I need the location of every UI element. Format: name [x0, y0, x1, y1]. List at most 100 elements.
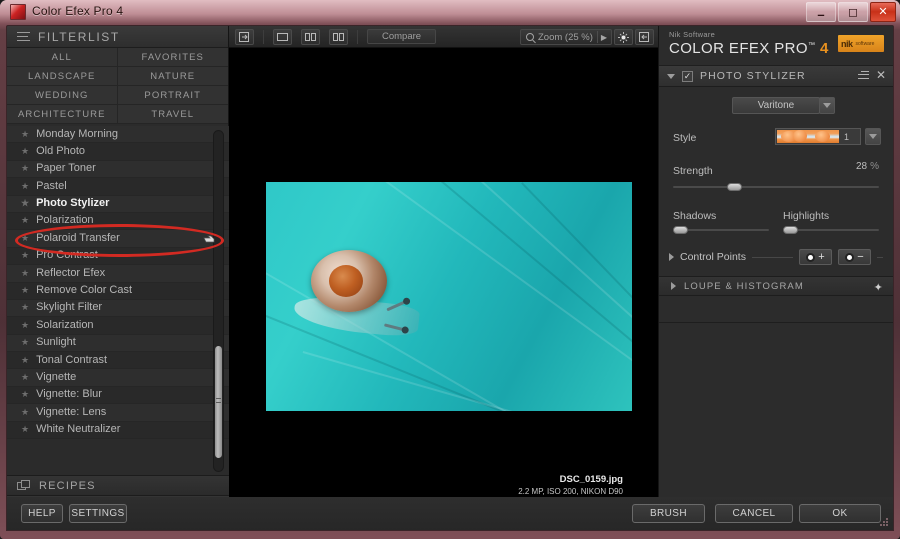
chevron-down-icon[interactable]: [667, 73, 675, 79]
search-icon: [526, 33, 534, 41]
menu-icon[interactable]: [857, 70, 869, 80]
loupe-histogram-section[interactable]: LOUPE & HISTOGRAM ✦: [659, 276, 893, 296]
filter-list-item[interactable]: ★ Polarization: [7, 212, 229, 231]
filter-list-item[interactable]: ★ Polaroid Transfer: [7, 230, 229, 248]
minimize-icon: –: [817, 7, 825, 22]
filter-list-item[interactable]: ★ Skylight Filter: [7, 299, 229, 318]
shadows-slider-knob[interactable]: [673, 225, 688, 234]
star-icon[interactable]: ★: [21, 352, 29, 369]
shadows-slider[interactable]: [673, 225, 769, 234]
filter-list-scrollbar[interactable]: [213, 130, 224, 472]
star-icon[interactable]: ★: [21, 195, 29, 212]
close-button[interactable]: ✕: [870, 2, 896, 22]
category-wedding[interactable]: WEDDING: [7, 86, 118, 105]
resize-grip-icon[interactable]: [880, 518, 890, 528]
filter-list-item[interactable]: ★ Pastel: [7, 178, 229, 196]
star-icon[interactable]: ★: [21, 265, 29, 282]
scrollbar-grip: [216, 398, 221, 403]
single-view-icon[interactable]: [273, 28, 292, 45]
image-canvas[interactable]: DSC_0159.jpg 2.2 MP, ISO 200, NIKON D90: [229, 48, 658, 512]
minus-icon: −: [857, 251, 864, 263]
filter-list-item[interactable]: ★ Tonal Contrast: [7, 352, 229, 370]
highlights-slider-knob[interactable]: [783, 225, 798, 234]
chevron-down-icon[interactable]: [819, 97, 835, 114]
ok-button[interactable]: OK: [799, 504, 881, 523]
star-icon[interactable]: ★: [21, 126, 29, 143]
filter-list-item[interactable]: ★ Old Photo: [7, 143, 229, 161]
side-by-side-view-icon[interactable]: [329, 28, 348, 45]
panel-collapse-icon[interactable]: [635, 29, 654, 45]
preview-image[interactable]: [266, 182, 632, 411]
active-filter-header[interactable]: ✓ PHOTO STYLIZER ✕: [659, 66, 893, 87]
maximize-button[interactable]: ◻: [838, 2, 868, 22]
brush-button[interactable]: BRUSH: [632, 504, 705, 523]
preset-value: Varitone: [757, 100, 795, 111]
shadows-control: Shadows: [673, 210, 769, 234]
style-chevron-down-icon[interactable]: [865, 128, 881, 145]
star-icon[interactable]: ★: [21, 317, 29, 334]
star-icon[interactable]: ★: [21, 404, 29, 421]
strength-slider-knob[interactable]: [726, 182, 742, 191]
style-thumbnail-picker[interactable]: 1: [775, 128, 861, 145]
filter-list-item[interactable]: ★ Photo Stylizer: [7, 195, 229, 213]
compare-button[interactable]: Compare: [367, 29, 437, 44]
category-favorites[interactable]: FAVORITES: [117, 48, 228, 67]
minimize-button[interactable]: –: [806, 2, 836, 22]
shadows-label: Shadows: [673, 210, 717, 222]
star-icon[interactable]: ★: [21, 143, 29, 160]
title-bar: Color Efex Pro 4 – ◻ ✕: [0, 0, 900, 25]
navigator-toggle-icon[interactable]: [235, 28, 254, 45]
filterlist-header[interactable]: FILTERLIST: [7, 26, 228, 48]
highlights-slider[interactable]: [783, 225, 879, 234]
star-icon[interactable]: ★: [21, 282, 29, 299]
loupe-toggle-icon[interactable]: [614, 29, 633, 45]
settings-button[interactable]: SETTINGS: [69, 504, 127, 523]
star-icon[interactable]: ★: [21, 212, 29, 229]
star-icon[interactable]: ★: [21, 299, 29, 316]
add-control-point-button[interactable]: +: [799, 249, 832, 265]
filter-list-item-label: Paper Toner: [36, 162, 96, 175]
filter-list-item[interactable]: ★ Vignette: Blur: [7, 386, 229, 405]
strength-slider[interactable]: [673, 182, 879, 191]
star-icon[interactable]: ★: [21, 230, 29, 247]
star-icon[interactable]: ★: [21, 386, 29, 403]
chevron-right-icon[interactable]: [671, 282, 676, 290]
split-view-icon[interactable]: [301, 28, 320, 45]
cancel-button[interactable]: CANCEL: [715, 504, 793, 523]
category-portrait[interactable]: PORTRAIT: [117, 86, 228, 105]
filter-list-item[interactable]: ★ Solarization: [7, 317, 229, 335]
help-button[interactable]: HELP: [21, 504, 63, 523]
filter-list-item[interactable]: ★ Remove Color Cast: [7, 282, 229, 300]
preset-dropdown[interactable]: Varitone: [732, 97, 835, 114]
filter-list-item[interactable]: ★ Sunlight: [7, 334, 229, 353]
filter-list-item[interactable]: ★ Vignette: Lens: [7, 404, 229, 422]
star-icon[interactable]: ★: [21, 334, 29, 351]
scrollbar-thumb[interactable]: [215, 346, 222, 458]
recipes-section-header[interactable]: RECIPES: [7, 475, 229, 495]
filter-list-item[interactable]: ★ Paper Toner: [7, 160, 229, 179]
filter-enabled-checkbox[interactable]: ✓: [682, 70, 693, 82]
star-icon[interactable]: ★: [21, 421, 29, 438]
star-icon[interactable]: ★: [21, 178, 29, 195]
star-icon[interactable]: ★: [21, 160, 29, 177]
pin-icon[interactable]: ✦: [874, 281, 884, 294]
filter-list-item[interactable]: ★ Pro Contrast: [7, 247, 229, 266]
filter-list-item[interactable]: ★ Reflector Efex: [7, 265, 229, 283]
chevron-right-icon[interactable]: [669, 253, 674, 261]
star-icon[interactable]: ★: [21, 247, 29, 264]
category-nature[interactable]: NATURE: [117, 67, 228, 86]
category-architecture[interactable]: ARCHITECTURE: [7, 105, 118, 124]
zoom-control[interactable]: Zoom (25 %) ▶: [520, 29, 612, 45]
category-landscape[interactable]: LANDSCAPE: [7, 67, 118, 86]
chevron-right-icon[interactable]: ▶: [597, 31, 610, 43]
filter-list-item[interactable]: ★ White Neutralizer: [7, 421, 229, 440]
category-all[interactable]: ALL: [7, 48, 118, 67]
remove-control-point-button[interactable]: −: [838, 249, 871, 265]
close-icon[interactable]: ✕: [876, 69, 886, 81]
filter-list-item[interactable]: ★ Monday Morning: [7, 126, 229, 144]
filter-list-item[interactable]: ★ Vignette: [7, 369, 229, 387]
category-travel[interactable]: TRAVEL: [117, 105, 228, 124]
brand-version: 4: [819, 40, 829, 57]
filter-list[interactable]: ★ Monday Morning ★ Old Photo ★ Paper Toner ★ Pa…: [7, 126, 229, 475]
star-icon[interactable]: ★: [21, 369, 29, 386]
